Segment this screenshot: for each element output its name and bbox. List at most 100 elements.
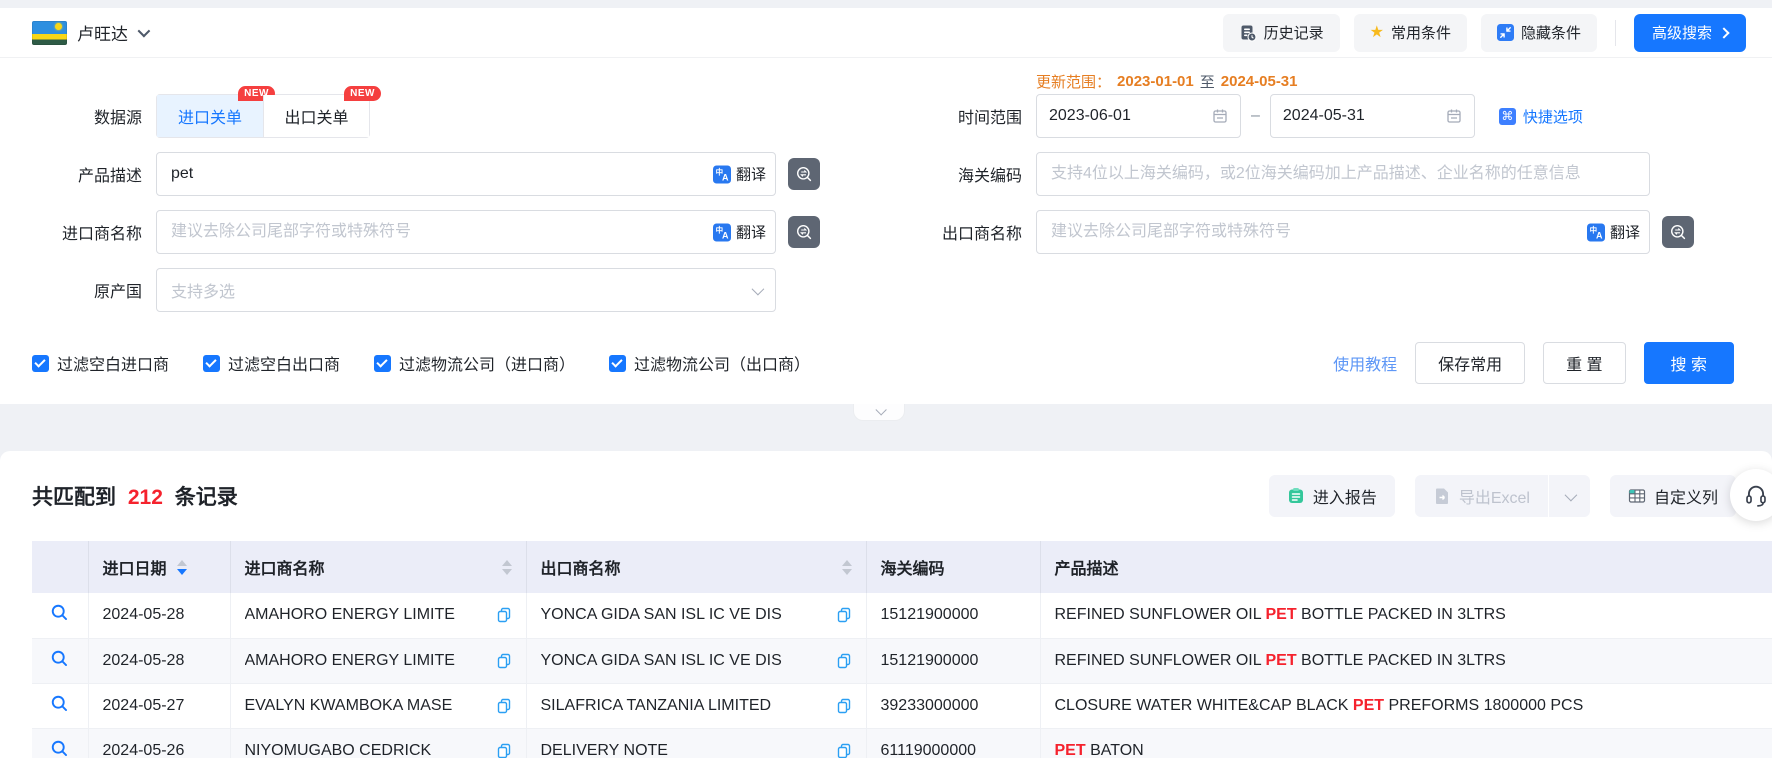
arrow-right-icon bbox=[1718, 27, 1729, 38]
headset-icon bbox=[1743, 482, 1769, 508]
copy-icon[interactable] bbox=[836, 743, 852, 758]
date-to-value: 2024-05-31 bbox=[1283, 107, 1365, 125]
header-import-date[interactable]: 进口日期 bbox=[88, 541, 230, 593]
table-row: 2024-05-28 AMAHORO ENERGY LIMITE YONCA G… bbox=[32, 593, 1772, 638]
count-prefix: 共匹配到 bbox=[32, 486, 116, 509]
copy-icon[interactable] bbox=[836, 653, 852, 669]
calendar-icon bbox=[1446, 108, 1462, 124]
divider bbox=[1615, 20, 1616, 46]
copy-icon[interactable] bbox=[496, 743, 512, 758]
history-icon bbox=[1239, 24, 1257, 42]
exact-match-toggle-icon[interactable] bbox=[788, 216, 820, 248]
update-range-label: 更新范围： bbox=[1036, 71, 1111, 92]
search-button[interactable]: 搜 索 bbox=[1644, 342, 1734, 384]
export-dropdown-button[interactable] bbox=[1548, 475, 1590, 517]
save-favorite-button[interactable]: 保存常用 bbox=[1415, 342, 1525, 384]
view-detail-icon[interactable] bbox=[50, 603, 69, 622]
row-action-header bbox=[32, 541, 88, 593]
star-icon: ★ bbox=[1370, 25, 1384, 41]
cell-hs-code: 15121900000 bbox=[866, 593, 1040, 638]
cell-product-desc: REFINED SUNFLOWER OIL PET BOTTLE PACKED … bbox=[1040, 593, 1772, 638]
origin-country-select[interactable]: 支持多选 bbox=[156, 268, 776, 312]
tab-import-declarations[interactable]: 进口关单 NEW bbox=[157, 95, 263, 137]
header-label: 出口商名称 bbox=[541, 555, 621, 579]
enter-report-button[interactable]: 进入报告 bbox=[1269, 475, 1395, 517]
sort-icon[interactable] bbox=[177, 560, 187, 575]
filter-logistics-exporter-checkbox[interactable]: 过滤物流公司（出口商） bbox=[609, 351, 810, 375]
product-desc-label: 产品描述 bbox=[32, 162, 142, 186]
result-count: 共匹配到 212 条记录 bbox=[32, 481, 238, 511]
translate-button[interactable]: 中A 翻译 bbox=[713, 222, 766, 243]
reset-button[interactable]: 重 置 bbox=[1543, 342, 1625, 384]
cell-import-date: 2024-05-28 bbox=[88, 638, 230, 683]
keyword-highlight: PET bbox=[1055, 742, 1086, 758]
cell-importer: AMAHORO ENERGY LIMITE bbox=[230, 638, 526, 683]
advanced-search-button[interactable]: 高级搜索 bbox=[1634, 14, 1746, 52]
translate-button[interactable]: 中A 翻译 bbox=[713, 164, 766, 185]
header-importer-name[interactable]: 进口商名称 bbox=[230, 541, 526, 593]
favorites-button[interactable]: ★ 常用条件 bbox=[1354, 14, 1467, 52]
tab-label: 出口关单 bbox=[284, 104, 348, 128]
quick-options-label: 快捷选项 bbox=[1523, 106, 1583, 127]
translate-icon: 中A bbox=[713, 223, 731, 241]
exact-match-toggle-icon[interactable] bbox=[1662, 216, 1694, 248]
exporter-name[interactable]: DELIVERY NOTE bbox=[541, 742, 668, 758]
exporter-name[interactable]: YONCA GIDA SAN ISL IC VE DIS bbox=[541, 606, 782, 624]
cell-importer: NIYOMUGABO CEDRICK bbox=[230, 728, 526, 758]
product-desc-input[interactable] bbox=[156, 152, 776, 196]
exact-match-toggle-icon[interactable] bbox=[788, 158, 820, 190]
exporter-name-input[interactable] bbox=[1036, 210, 1650, 254]
header-exporter-name[interactable]: 出口商名称 bbox=[526, 541, 866, 593]
chevron-down-icon bbox=[1565, 488, 1578, 501]
date-from-picker[interactable]: 2023-06-01 bbox=[1036, 94, 1241, 138]
export-icon bbox=[1433, 487, 1451, 505]
copy-icon[interactable] bbox=[496, 607, 512, 623]
tutorial-link[interactable]: 使用教程 bbox=[1333, 351, 1397, 375]
search-panel: 数据源 进口关单 NEW 出口关单 NEW 产品描述 bbox=[0, 58, 1772, 404]
hide-conditions-button[interactable]: 隐藏条件 bbox=[1481, 14, 1597, 52]
importer-name[interactable]: EVALYN KWAMBOKA MASE bbox=[245, 697, 453, 715]
importer-name[interactable]: NIYOMUGABO CEDRICK bbox=[245, 742, 432, 758]
importer-name-input[interactable] bbox=[156, 210, 776, 254]
view-detail-icon[interactable] bbox=[50, 739, 69, 758]
importer-name[interactable]: AMAHORO ENERGY LIMITE bbox=[245, 652, 455, 670]
filter-blank-importer-checkbox[interactable]: 过滤空白进口商 bbox=[32, 351, 169, 375]
header-hs-code: 海关编码 bbox=[866, 541, 1040, 593]
filter-blank-exporter-checkbox[interactable]: 过滤空白出口商 bbox=[203, 351, 340, 375]
sort-icon[interactable] bbox=[842, 560, 852, 575]
time-range-label: 时间范围 bbox=[934, 104, 1022, 128]
copy-icon[interactable] bbox=[496, 698, 512, 714]
panel-collapse-button[interactable] bbox=[853, 404, 905, 421]
cell-hs-code: 61119000000 bbox=[866, 728, 1040, 758]
sort-icon[interactable] bbox=[502, 560, 512, 575]
copy-icon[interactable] bbox=[836, 607, 852, 623]
check-icon bbox=[374, 355, 391, 372]
copy-icon[interactable] bbox=[496, 653, 512, 669]
copy-icon[interactable] bbox=[836, 698, 852, 714]
importer-name[interactable]: AMAHORO ENERGY LIMITE bbox=[245, 606, 455, 624]
calendar-icon bbox=[1212, 108, 1228, 124]
export-excel-button[interactable]: 导出Excel bbox=[1415, 475, 1548, 517]
export-group: 导出Excel bbox=[1415, 475, 1590, 517]
custom-columns-button[interactable]: 自定义列 bbox=[1610, 475, 1736, 517]
table-row: 2024-05-28 AMAHORO ENERGY LIMITE YONCA G… bbox=[32, 638, 1772, 683]
cell-exporter: YONCA GIDA SAN ISL IC VE DIS bbox=[526, 638, 866, 683]
view-detail-icon[interactable] bbox=[50, 649, 69, 668]
origin-country-label: 原产国 bbox=[32, 278, 142, 302]
date-to-picker[interactable]: 2024-05-31 bbox=[1270, 94, 1475, 138]
quick-options-link[interactable]: ⌘ 快捷选项 bbox=[1499, 106, 1583, 127]
exporter-name[interactable]: SILAFRICA TANZANIA LIMITED bbox=[541, 697, 772, 715]
update-from-date: 2023-01-01 bbox=[1117, 73, 1194, 90]
update-to-date: 2024-05-31 bbox=[1221, 73, 1298, 90]
tab-export-declarations[interactable]: 出口关单 NEW bbox=[263, 95, 369, 137]
desc-text: BATON bbox=[1086, 742, 1144, 758]
filter-logistics-importer-checkbox[interactable]: 过滤物流公司（进口商） bbox=[374, 351, 575, 375]
history-button[interactable]: 历史记录 bbox=[1223, 14, 1340, 52]
exporter-name[interactable]: YONCA GIDA SAN ISL IC VE DIS bbox=[541, 652, 782, 670]
view-detail-icon[interactable] bbox=[50, 694, 69, 713]
desc-text: REFINED SUNFLOWER OIL bbox=[1055, 652, 1266, 669]
translate-button[interactable]: 中A 翻译 bbox=[1587, 222, 1640, 243]
hs-code-input[interactable] bbox=[1036, 152, 1650, 196]
command-icon: ⌘ bbox=[1499, 108, 1516, 125]
country-selector[interactable]: 卢旺达 bbox=[32, 20, 147, 45]
